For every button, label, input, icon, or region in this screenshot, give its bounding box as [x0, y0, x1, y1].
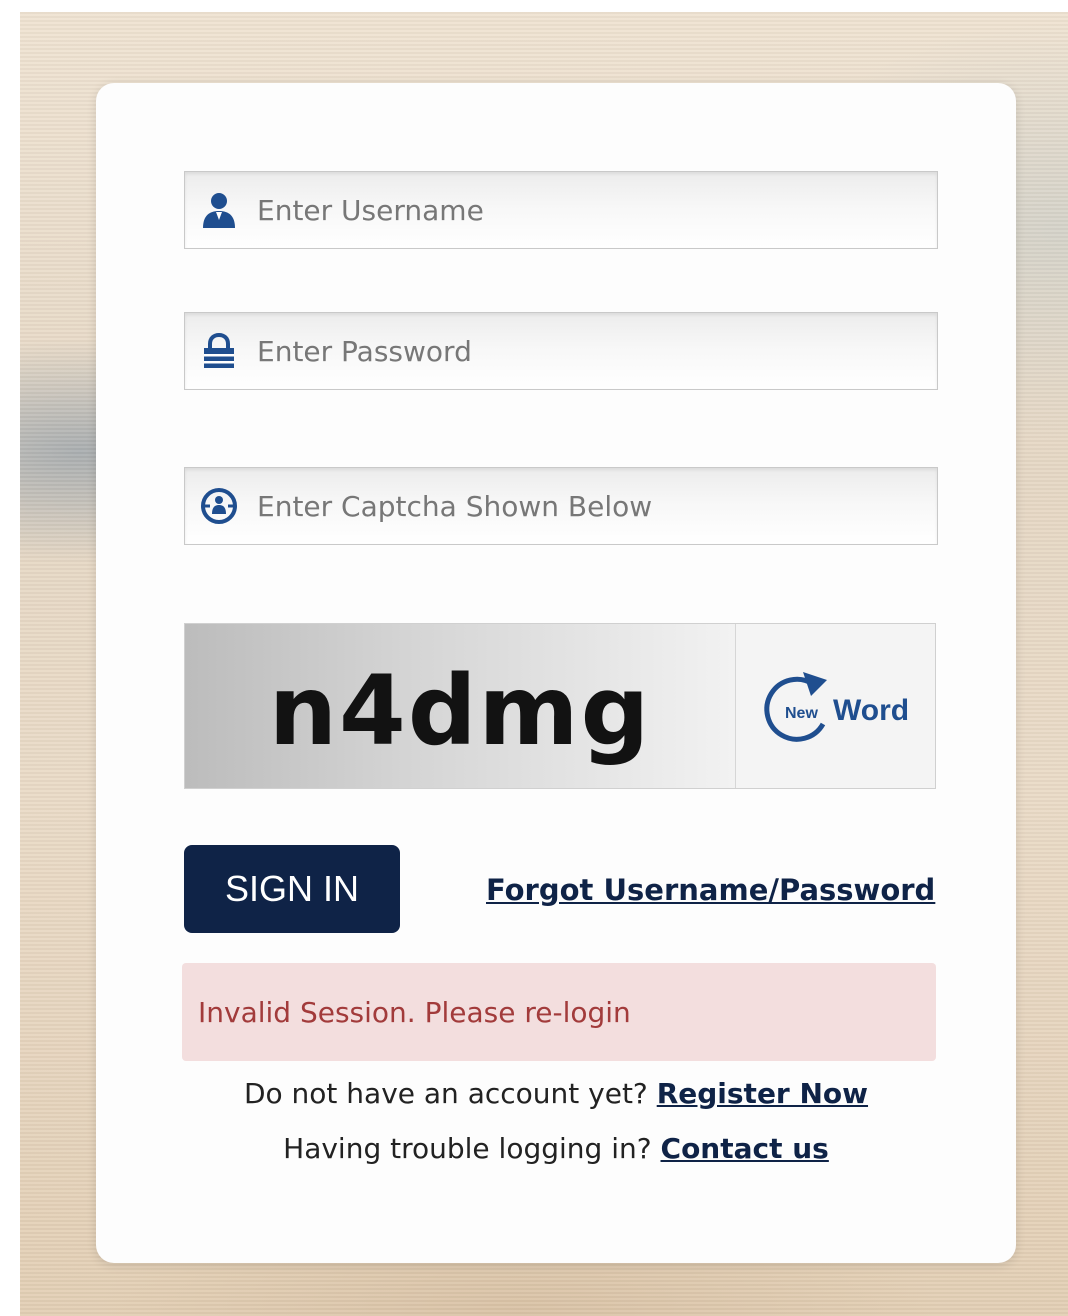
password-field [184, 312, 938, 390]
captcha-icon [195, 482, 243, 530]
captcha-input[interactable] [257, 468, 937, 544]
user-icon [195, 186, 243, 234]
register-line: Do not have an account yet? Register Now [96, 1077, 1016, 1110]
refresh-new-text: New [785, 705, 818, 722]
register-prompt: Do not have an account yet? [243, 1077, 648, 1110]
new-word-button[interactable]: New Word [735, 624, 935, 788]
error-alert: Invalid Session. Please re-login [182, 963, 936, 1061]
captcha-text: n4dmg [268, 655, 652, 767]
lock-icon [195, 327, 243, 375]
captcha-image: n4dmg [185, 624, 735, 788]
captcha-box: n4dmg New Word [184, 623, 936, 789]
refresh-icon: New Word [763, 672, 909, 742]
sign-in-button[interactable]: SIGN IN [184, 845, 400, 933]
password-input[interactable] [257, 313, 937, 389]
captcha-field [184, 467, 938, 545]
login-card: n4dmg New Word SIGN IN Forgot Username/P… [96, 83, 1016, 1263]
username-field [184, 171, 938, 249]
contact-line: Having trouble logging in? Contact us [96, 1132, 1016, 1165]
trouble-prompt: Having trouble logging in? [283, 1132, 652, 1165]
username-input[interactable] [257, 172, 937, 248]
forgot-credentials-link[interactable]: Forgot Username/Password [486, 873, 935, 907]
refresh-word-text: Word [833, 694, 909, 727]
contact-us-link[interactable]: Contact us [661, 1132, 829, 1165]
register-now-link[interactable]: Register Now [657, 1077, 868, 1110]
